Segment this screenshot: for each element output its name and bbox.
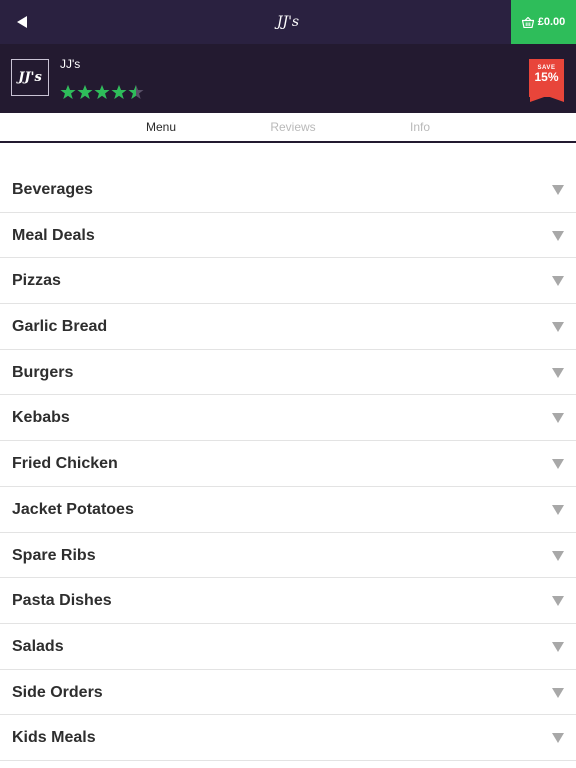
save-badge: SAVE 15% xyxy=(529,59,564,97)
menu-category-kebabs[interactable]: Kebabs xyxy=(0,395,576,442)
basket-icon xyxy=(521,16,534,28)
menu-category-label: Garlic Bread xyxy=(12,318,108,336)
page-title: JJ's xyxy=(276,14,300,30)
star-icon xyxy=(111,85,127,99)
back-button[interactable] xyxy=(0,0,44,44)
chevron-down-icon xyxy=(552,322,564,333)
back-triangle-icon xyxy=(17,16,27,28)
restaurant-logo: JJ's xyxy=(11,59,49,96)
chevron-down-icon xyxy=(552,733,564,744)
cart-total: £0.00 xyxy=(537,16,566,28)
chevron-down-icon xyxy=(552,413,564,424)
chevron-down-icon xyxy=(552,185,564,195)
menu-category-jacket-potatoes[interactable]: Jacket Potatoes xyxy=(0,487,576,533)
chevron-down-icon xyxy=(552,230,564,241)
menu-category-label: Pizzas xyxy=(12,272,61,290)
menu-category-label: Kids Meals xyxy=(12,729,96,747)
menu-category-label: Meal Deals xyxy=(12,226,95,244)
tab-info[interactable]: Info xyxy=(379,113,461,141)
menu-category-pizzas[interactable]: Pizzas xyxy=(0,258,576,305)
menu-category-label: Kebabs xyxy=(12,409,70,427)
chevron-down-icon xyxy=(552,459,564,470)
tab-menu[interactable]: Menu xyxy=(120,113,202,141)
menu-category-label: Spare Ribs xyxy=(12,546,96,564)
menu-category-label: Burgers xyxy=(12,363,74,381)
chevron-down-icon xyxy=(552,276,564,287)
restaurant-name: JJ's xyxy=(60,57,81,71)
menu-category-label: Side Orders xyxy=(12,683,103,701)
chevron-down-icon xyxy=(552,641,564,652)
star-icon xyxy=(60,85,76,99)
save-percent: 15% xyxy=(534,70,559,84)
restaurant-header: JJ's JJ's SAVE 15% xyxy=(0,44,576,113)
chevron-down-icon xyxy=(552,504,564,515)
menu-category-label: Jacket Potatoes xyxy=(12,500,134,518)
menu-category-fried-chicken[interactable]: Fried Chicken xyxy=(0,441,576,487)
chevron-down-icon xyxy=(552,367,564,378)
top-bar: JJ's £0.00 xyxy=(0,0,576,44)
menu-category-beverages[interactable]: Beverages xyxy=(0,167,576,213)
menu-category-label: Pasta Dishes xyxy=(12,592,112,610)
chevron-down-icon xyxy=(552,596,564,607)
menu-category-pasta-dishes[interactable]: Pasta Dishes xyxy=(0,578,576,624)
menu-category-label: Beverages xyxy=(12,181,93,198)
menu-category-meal-deals[interactable]: Meal Deals xyxy=(0,213,576,259)
star-rating xyxy=(60,84,144,100)
chevron-down-icon xyxy=(552,550,564,561)
tab-bar: Menu Reviews Info xyxy=(0,113,576,143)
menu-category-label: Salads xyxy=(12,637,64,655)
chevron-down-icon xyxy=(552,687,564,698)
star-icon xyxy=(77,85,93,99)
menu-category-garlic-bread[interactable]: Garlic Bread xyxy=(0,304,576,350)
star-icon xyxy=(128,85,144,99)
cart-button[interactable]: £0.00 xyxy=(511,0,576,44)
menu-category-burgers[interactable]: Burgers xyxy=(0,350,576,396)
menu-category-label: Fried Chicken xyxy=(12,455,118,473)
menu-category-salads[interactable]: Salads xyxy=(0,624,576,670)
star-icon xyxy=(94,85,110,99)
save-badge-notch xyxy=(530,96,564,102)
menu-category-spare-ribs[interactable]: Spare Ribs xyxy=(0,533,576,579)
tab-reviews[interactable]: Reviews xyxy=(252,113,334,141)
menu-category-kids-meals[interactable]: Kids Meals xyxy=(0,715,576,761)
menu-category-side-orders[interactable]: Side Orders xyxy=(0,670,576,716)
menu-category-list: Beverages Meal Deals Pizzas Garlic Bread… xyxy=(0,167,576,761)
